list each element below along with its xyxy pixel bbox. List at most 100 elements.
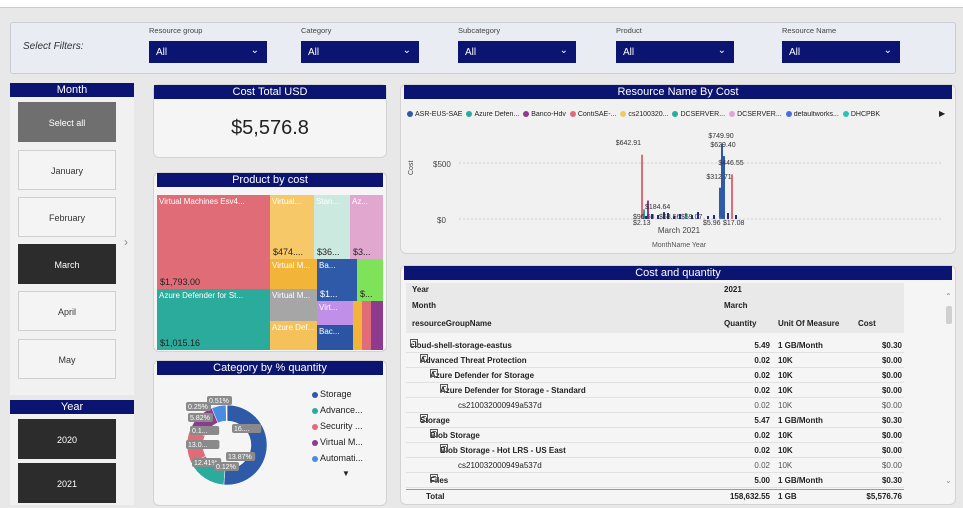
legend-scroll-down-icon[interactable]: ▼: [312, 466, 382, 482]
scroll-down-icon[interactable]: ⌄: [945, 476, 952, 485]
header-row-year: Year 2021: [406, 283, 904, 297]
category-dropdown[interactable]: All ⌄: [301, 41, 419, 63]
column-header-quantity[interactable]: Quantity: [724, 315, 756, 333]
bar[interactable]: [727, 213, 729, 219]
treemap-small-tiles[interactable]: [353, 301, 383, 350]
treemap-tile[interactable]: Virt...: [317, 301, 353, 325]
column-header-resource-group[interactable]: resourceGroupName: [412, 315, 492, 333]
collapse-icon[interactable]: −: [420, 414, 428, 422]
legend-item[interactable]: DHCPBK: [842, 111, 881, 118]
legend-item[interactable]: defaultworks...: [785, 111, 839, 118]
column-header-unit[interactable]: Unit Of Measure: [778, 315, 839, 333]
collapse-icon[interactable]: −: [440, 444, 448, 452]
month-item-march[interactable]: March: [18, 244, 116, 284]
total-label: Total: [426, 492, 445, 501]
resource-legend: ASR-EUS-SAE Azure Defen... Banco-Hdv ContiS…: [407, 111, 947, 118]
legend-item[interactable]: Automati...: [312, 450, 382, 466]
legend-item[interactable]: DCSERVER...: [729, 111, 782, 118]
product-treemap: Virtual Machines Esv4... $1,793.00 Azure …: [157, 195, 383, 350]
bar[interactable]: [641, 154, 643, 219]
treemap-tile[interactable]: Bac...: [317, 325, 357, 350]
data-label: 0.1...: [192, 428, 208, 435]
treemap-tile[interactable]: Ba... $1...: [317, 259, 357, 301]
legend-item[interactable]: Advance...: [312, 402, 382, 418]
row-label: cloud-shell-storage-eastus: [410, 341, 512, 350]
bar[interactable]: [721, 144, 723, 219]
treemap-tile[interactable]: $...: [357, 259, 383, 301]
treemap-tile[interactable]: Virtual M...: [270, 259, 317, 289]
legend-item[interactable]: cs2100320...: [620, 111, 668, 118]
table-row[interactable]: − Files 5.00 1 GB/Month $0.30: [406, 474, 904, 488]
table-title: Cost and quantity: [404, 266, 952, 280]
month-item-april[interactable]: April: [18, 291, 116, 331]
tile-value: $...: [360, 289, 373, 299]
legend-item[interactable]: Azure Defen...: [466, 111, 519, 118]
month-item-january[interactable]: January: [18, 150, 116, 190]
resource-name-dropdown[interactable]: All ⌄: [782, 41, 900, 63]
legend-item[interactable]: ASR-EUS-SAE: [407, 111, 462, 118]
collapse-icon[interactable]: −: [410, 339, 418, 347]
legend-item[interactable]: Storage: [312, 386, 382, 402]
treemap-tile[interactable]: Azure Defender for St... $1,015.16: [157, 289, 270, 350]
collapse-icon[interactable]: −: [430, 369, 438, 377]
collapse-icon[interactable]: −: [420, 354, 428, 362]
category-by-quantity-chart: Category by % quantity 0.51% 0.25% 5.82% 0.…: [153, 360, 387, 506]
treemap-tile[interactable]: Virtual... $474....: [270, 195, 314, 259]
bar[interactable]: [719, 217, 721, 219]
row-name: − Azure Defender for Storage: [430, 369, 534, 383]
legend-dot: [312, 455, 318, 462]
resource-group-dropdown[interactable]: All ⌄: [149, 41, 267, 63]
bar[interactable]: [719, 187, 721, 219]
table-row[interactable]: − Blob Storage - Hot LRS - US East 0.02 10K…: [406, 444, 904, 458]
collapse-icon[interactable]: −: [430, 474, 438, 482]
collapse-icon[interactable]: −: [440, 384, 448, 392]
treemap-tile[interactable]: Az... $3...: [350, 195, 383, 259]
product-dropdown[interactable]: All ⌄: [616, 41, 734, 63]
legend-item[interactable]: Virtual M...: [312, 434, 382, 450]
legend-next-icon[interactable]: ▶: [939, 109, 945, 118]
year-item-2021[interactable]: 2021: [18, 463, 116, 503]
subcategory-dropdown[interactable]: All ⌄: [458, 41, 576, 63]
legend-item[interactable]: Banco-Hdv: [523, 111, 566, 118]
table-row[interactable]: − Advanced Threat Protection 0.02 10K $0.00: [406, 354, 904, 368]
bar[interactable]: [731, 174, 733, 219]
legend-item[interactable]: Security ...: [312, 418, 382, 434]
bar[interactable]: [707, 216, 709, 219]
treemap-tile[interactable]: Virtual M...: [270, 289, 317, 321]
table-scrollbar[interactable]: [946, 306, 952, 324]
table-row[interactable]: − Blob Storage 0.02 10K $0.00: [406, 429, 904, 443]
table-row[interactable]: − Azure Defender for Storage - Standard 0.…: [406, 384, 904, 398]
table-row[interactable]: − Storage 5.47 1 GB/Month $0.30: [406, 414, 904, 428]
donut-slice[interactable]: [223, 404, 268, 486]
tile-value: $1...: [320, 289, 338, 299]
cell-unit: 1 GB/Month: [778, 341, 823, 350]
resource-chart-title: Resource Name By Cost: [404, 85, 952, 99]
cell-unit: 1 GB/Month: [778, 476, 823, 485]
legend-item[interactable]: DCSERVER...: [672, 111, 725, 118]
cell-cost: $0.30: [881, 476, 902, 485]
year-item-2020[interactable]: 2020: [18, 419, 116, 459]
data-label: $2.13: [633, 220, 651, 227]
table-row[interactable]: − Azure Defender for Storage 0.02 10K $0.00: [406, 369, 904, 383]
tile-label: Azure Defender for St...: [159, 291, 244, 300]
scroll-up-icon[interactable]: ⌃: [945, 292, 952, 301]
treemap-tile[interactable]: Virtual Machines Esv4... $1,793.00: [157, 195, 270, 289]
table-row[interactable]: − cloud-shell-storage-eastus 5.49 1 GB/Mont…: [406, 339, 904, 353]
bar[interactable]: [713, 215, 715, 219]
month-item-february[interactable]: February: [18, 197, 116, 237]
legend-item[interactable]: ContiSAE-...: [569, 111, 616, 118]
table-row[interactable]: cs210032000949a537d 0.02 10K $0.00: [406, 459, 904, 473]
month-item-may[interactable]: May: [18, 339, 116, 379]
treemap-tile[interactable]: Stan... $36...: [314, 195, 350, 259]
data-label: $68.56: [659, 214, 681, 221]
collapse-icon[interactable]: −: [430, 429, 438, 437]
bar[interactable]: [703, 218, 705, 220]
treemap-tile[interactable]: Azure Def...: [270, 321, 317, 350]
table-row[interactable]: cs210032000949a537d 0.02 10K $0.00: [406, 399, 904, 413]
product-value: All: [623, 47, 635, 58]
chevron-right-icon[interactable]: ›: [124, 235, 128, 249]
legend-label: DHCPBK: [850, 111, 881, 118]
bar[interactable]: [735, 215, 737, 219]
column-header-cost[interactable]: Cost: [858, 315, 876, 333]
month-item-select-all[interactable]: Select all: [18, 102, 116, 142]
